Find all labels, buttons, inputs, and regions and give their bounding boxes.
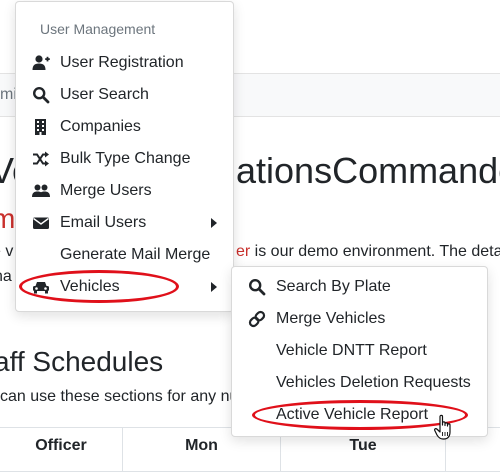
vehicles-submenu: Search By Plate Merge Vehicles Vehicle D…: [231, 266, 488, 437]
menu-item-label: Generate Mail Merge: [60, 246, 211, 263]
chevron-right-icon: [211, 218, 217, 228]
menu-item-bulk-type-change[interactable]: Bulk Type Change: [16, 143, 233, 175]
chevron-right-icon: [211, 282, 217, 292]
menu-item-user-registration[interactable]: User Registration: [16, 47, 233, 79]
menu-item-label: Bulk Type Change: [60, 150, 191, 167]
envelope-icon: [32, 214, 50, 232]
demo-notice-text: is our demo environment. The deta: [250, 243, 500, 260]
menu-item-label: Merge Users: [60, 182, 152, 199]
link-icon: [248, 310, 266, 328]
menu-item-merge-users[interactable]: Merge Users: [16, 175, 233, 207]
menu-item-email-users[interactable]: Email Users: [16, 207, 233, 239]
menu-item-generate-mail-merge[interactable]: Generate Mail Merge: [16, 239, 233, 271]
menu-item-user-search[interactable]: User Search: [16, 79, 233, 111]
search-icon: [248, 278, 266, 296]
red-subtitle: m: [0, 203, 16, 234]
menu-item-companies[interactable]: Companies: [16, 111, 233, 143]
submenu-item-vehicle-dntt-report[interactable]: Vehicle DNTT Report: [232, 335, 487, 367]
demo-notice-right: er is our demo environment. The deta: [236, 243, 500, 261]
hand-cursor-icon: [434, 414, 451, 440]
demo-notice-red-text: er: [236, 243, 251, 260]
submenu-item-search-by-plate[interactable]: Search By Plate: [232, 271, 487, 303]
car-icon: [32, 278, 50, 296]
staff-schedules-heading: aff Schedules: [0, 346, 164, 377]
page-title-right: ationsCommander: [236, 150, 500, 191]
menu-item-label: User Search: [60, 86, 149, 103]
menu-item-label: User Registration: [60, 54, 184, 71]
menu-item-vehicles[interactable]: Vehicles: [16, 271, 233, 303]
schedule-col-officer: Officer: [0, 428, 123, 472]
submenu-item-label: Search By Plate: [276, 278, 391, 295]
menu-item-label: Companies: [60, 118, 141, 135]
submenu-item-label: Vehicle DNTT Report: [276, 342, 427, 359]
search-icon: [32, 86, 50, 104]
menu-header: User Management: [40, 21, 156, 37]
demo-notice-left: e v: [0, 243, 14, 260]
user-management-menu: User Management User Registration User S…: [15, 1, 234, 312]
submenu-item-label: Vehicles Deletion Requests: [276, 374, 471, 391]
submenu-item-vehicles-deletion-requests[interactable]: Vehicles Deletion Requests: [232, 367, 487, 399]
menu-item-label: Vehicles: [60, 278, 120, 295]
building-icon: [32, 118, 50, 136]
submenu-item-merge-vehicles[interactable]: Merge Vehicles: [232, 303, 487, 335]
staff-schedules-description-text: can use these sections for any nu: [0, 388, 239, 405]
users-icon: [32, 182, 50, 200]
submenu-item-label: Active Vehicle Report: [276, 406, 429, 423]
menu-item-label: Email Users: [60, 214, 147, 231]
user-plus-icon: [32, 54, 50, 72]
submenu-item-label: Merge Vehicles: [276, 310, 386, 327]
shuffle-icon: [32, 150, 50, 168]
demo-notice-line2: na: [0, 268, 12, 285]
